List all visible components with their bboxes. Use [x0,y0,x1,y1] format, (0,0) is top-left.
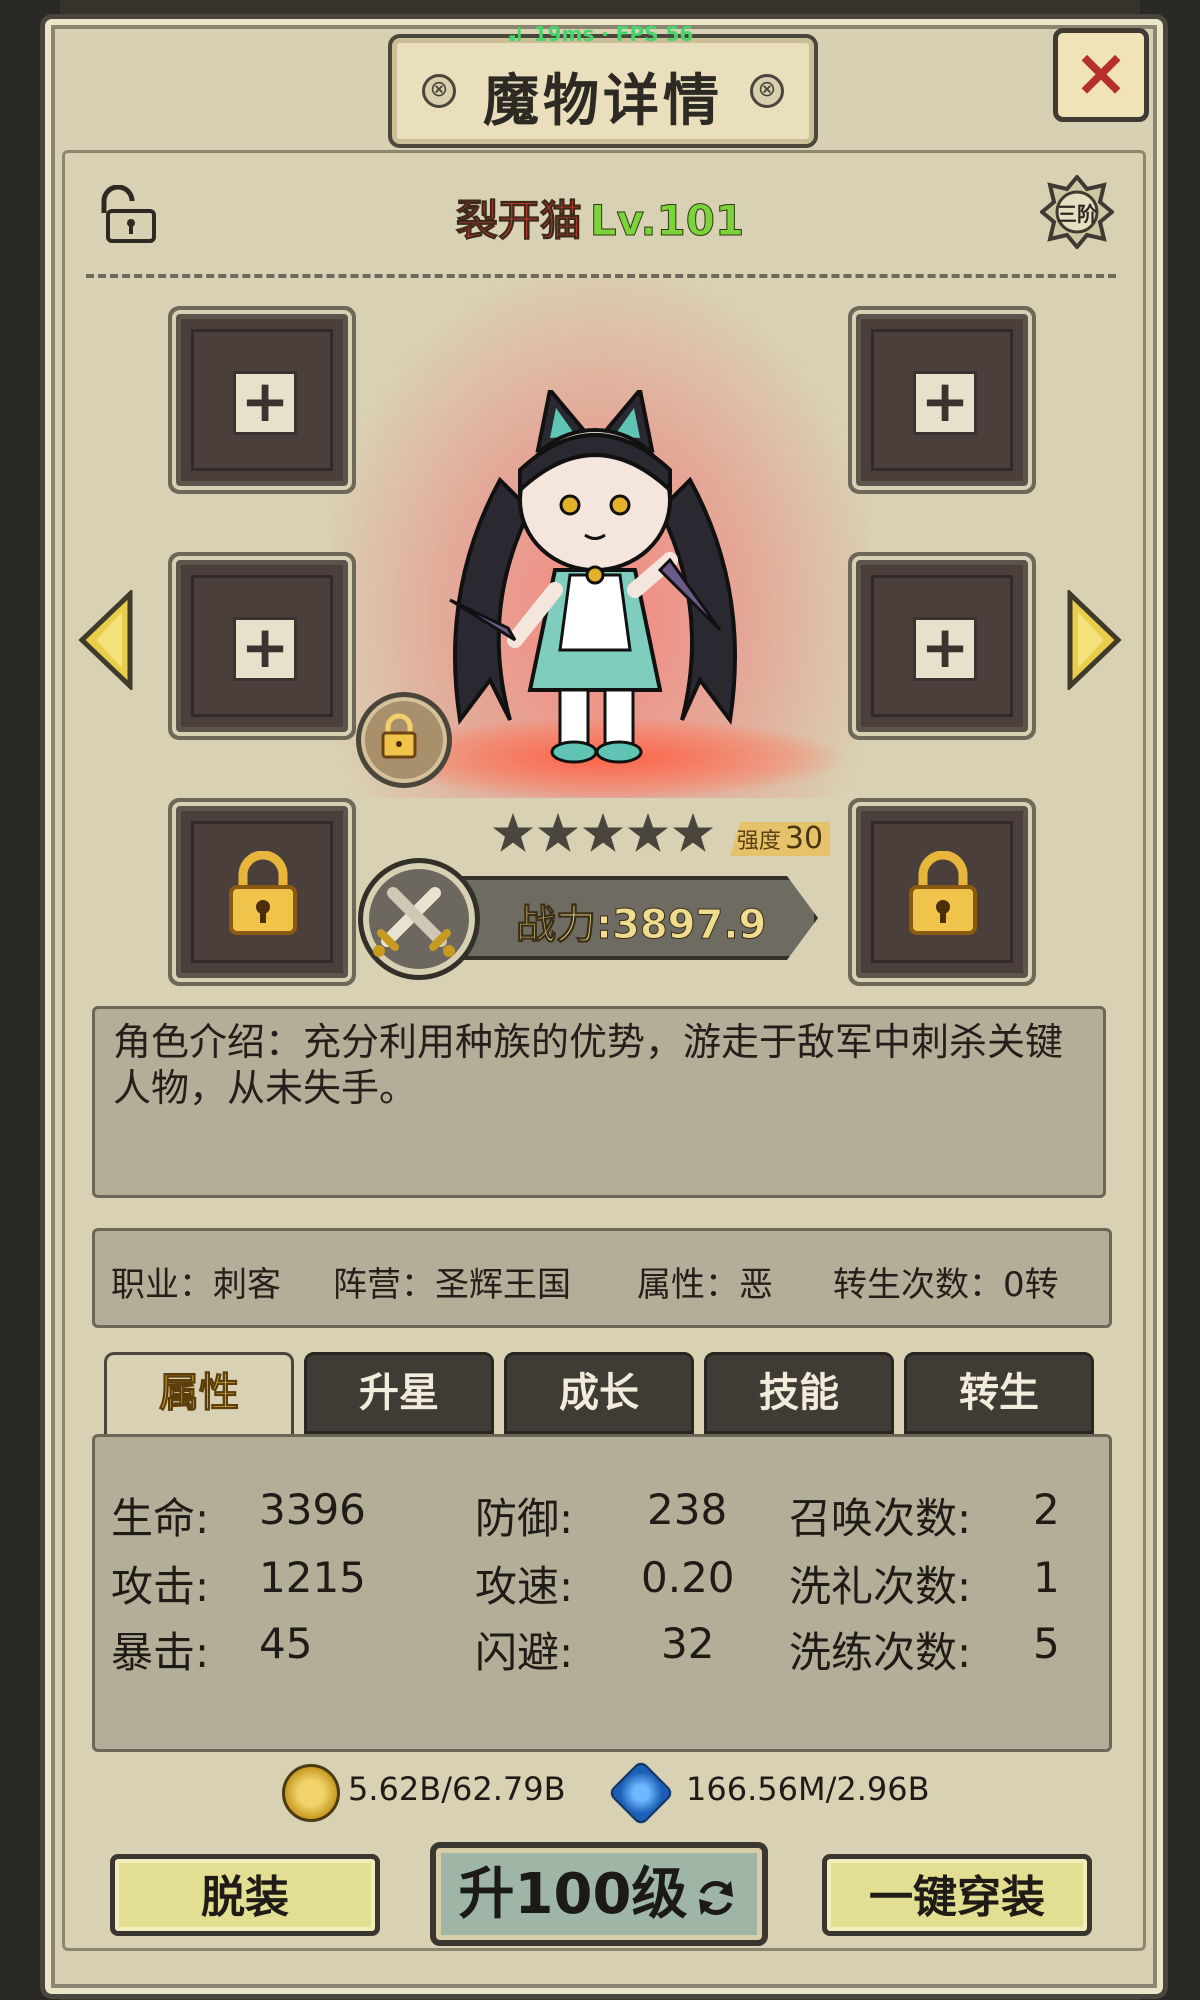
hp-value: 3396 [259,1485,366,1534]
equip-slot-locked-1[interactable] [176,806,348,978]
refresh-icon [699,1880,734,1915]
attack-label: 攻击: [111,1562,210,1611]
crossed-swords-icon [358,858,480,980]
combat-power-value: 战力:3897.9 [515,902,767,949]
title-plaque: ⊗ ⊗ 魔物详情 [388,34,818,148]
attribute-stats-panel: 生命: 3396 攻击: 1215 暴击: 45 防御: 238 攻速: 0.2… [92,1434,1112,1752]
attack-speed-value: 0.20 [641,1553,735,1602]
equip-slot-locked-2[interactable] [856,806,1028,978]
swords-graphic [373,887,455,957]
monster-level: Lv.101 [589,196,745,246]
tab-attributes[interactable]: 属性 [104,1352,294,1434]
star-icon [672,812,714,852]
next-monster-arrow-icon[interactable] [1066,590,1122,690]
padlock-icon [229,851,297,935]
plus-icon: + [233,371,297,435]
upgrade-100-levels-button[interactable]: 升100级 [430,1842,768,1946]
summon-count-label: 召唤次数: [789,1494,972,1543]
monster-name-row: 裂开猫 Lv.101 [0,187,1200,248]
equip-slot-4[interactable]: + [856,560,1028,732]
character-intro: 角色介绍：充分利用种族的优势，游走于敌军中刺杀关键人物，从未失手。 [92,1006,1106,1198]
strength-value: 30 [784,821,824,856]
padlock-icon [381,713,417,759]
gem-amount: 166.56M/2.96B [686,1770,930,1808]
refine-count-value: 5 [1033,1619,1060,1668]
crit-label: 暴击: [111,1628,210,1677]
star-icon [582,812,624,852]
currency-row: 5.62B/62.79B 166.56M/2.96B [0,1759,1200,1827]
character-info-bar: 职业：刺客 阵营：圣辉王国 属性：恶 转生次数：0转 [92,1228,1112,1328]
tier-label: 三阶 [1057,202,1097,226]
baptism-count-label: 洗礼次数: [789,1562,972,1611]
padlock-icon [909,851,977,935]
star-icon [537,812,579,852]
signal-icon [506,27,521,41]
tier-badge: 三阶 [1038,173,1116,251]
refine-count-label: 洗练次数: [789,1628,972,1677]
strength-badge: 强度 30 [730,822,830,856]
equip-all-button[interactable]: 一键穿装 [822,1854,1092,1936]
tab-skills[interactable]: 技能 [704,1352,894,1434]
monster-name: 裂开猫 [455,196,582,246]
equip-slot-3[interactable]: + [176,560,348,732]
dodge-label: 闪避: [475,1628,574,1677]
detail-tabs: 属性 升星 成长 技能 转生 [104,1352,1096,1434]
plus-icon: + [233,617,297,681]
defense-label: 防御: [475,1494,574,1543]
upgrade-label: 升100级 [458,1862,688,1927]
page-title: 魔物详情 [483,69,723,134]
prev-monster-arrow-icon[interactable] [78,590,134,690]
rebirth-info: 转生次数：0转 [833,1265,1059,1305]
equip-slot-1[interactable]: + [176,314,348,486]
attack-speed-label: 攻速: [475,1562,574,1611]
monster-character-image [449,390,737,764]
job-info: 职业：刺客 [111,1265,281,1305]
tab-rebirth[interactable]: 转生 [904,1352,1094,1434]
tab-growth[interactable]: 成长 [504,1352,694,1434]
gold-coin-icon [282,1764,340,1822]
unequip-button[interactable]: 脱装 [110,1854,380,1936]
camp-info: 阵营：圣辉王国 [333,1265,571,1305]
network-status: 19ms · FPS 56 [0,22,1200,46]
baptism-count-value: 1 [1033,1553,1060,1602]
ping-text: 19ms [533,22,595,46]
star-icon [492,812,534,852]
dodge-value: 32 [661,1619,715,1668]
fps-text: FPS 56 [615,22,694,46]
star-icon [627,812,669,852]
skin-lock-button[interactable] [356,692,452,788]
summon-count-value: 2 [1033,1485,1060,1534]
strength-label: 强度 [736,829,781,854]
hp-label: 生命: [111,1494,210,1543]
crit-value: 45 [259,1619,313,1668]
plus-icon: + [913,371,977,435]
tab-star-up[interactable]: 升星 [304,1352,494,1434]
combat-power-bar: 战力:3897.9 [430,876,818,960]
attribute-info: 属性：恶 [637,1265,773,1305]
defense-value: 238 [647,1485,728,1534]
plus-icon: + [913,617,977,681]
star-rating [492,812,717,856]
blue-gem-icon [607,1759,675,1827]
equip-slot-2[interactable]: + [856,314,1028,486]
gold-amount: 5.62B/62.79B [348,1770,566,1808]
status-separator: · [601,22,609,46]
attack-value: 1215 [259,1553,366,1602]
